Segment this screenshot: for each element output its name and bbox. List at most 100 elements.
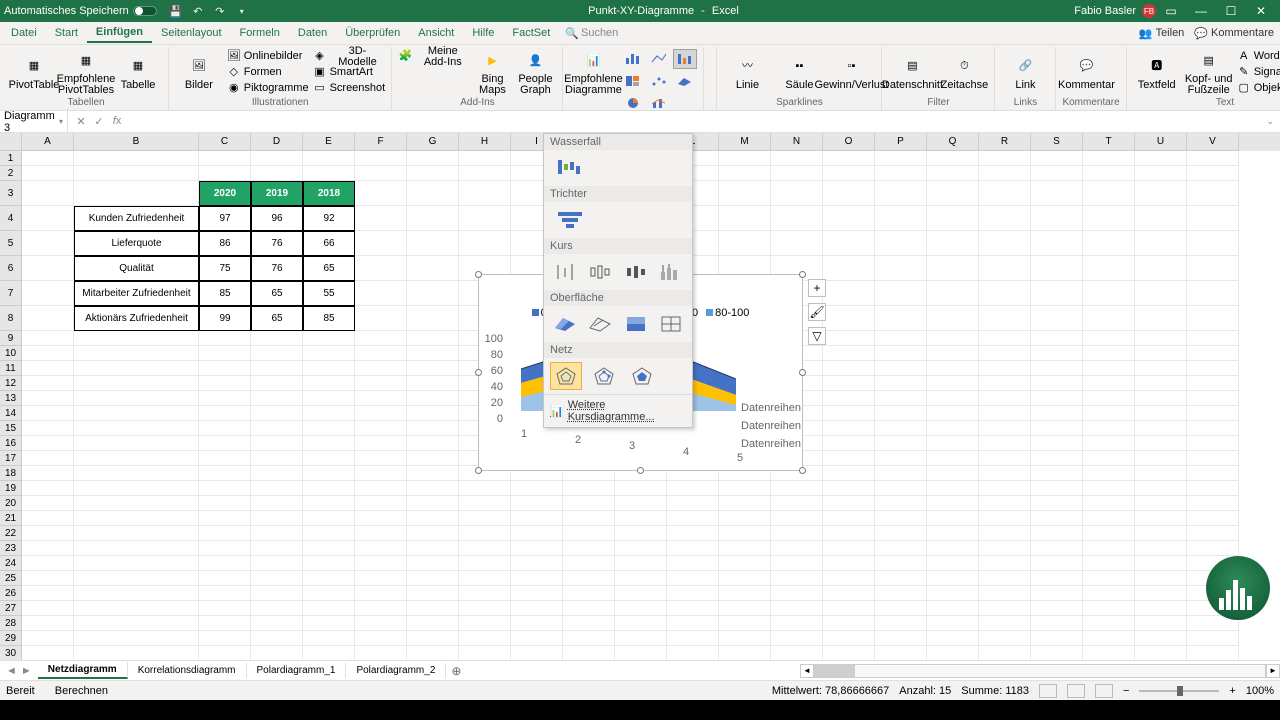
cell-G30[interactable]	[407, 646, 459, 660]
cell-V8[interactable]	[1187, 306, 1239, 331]
cell-G20[interactable]	[407, 496, 459, 511]
cell-J30[interactable]	[563, 646, 615, 660]
cell-I26[interactable]	[511, 586, 563, 601]
cell-M19[interactable]	[719, 481, 771, 496]
autosave-toggle[interactable]	[133, 6, 157, 16]
cell-U1[interactable]	[1135, 151, 1187, 166]
cell-A12[interactable]	[22, 376, 74, 391]
cell-M30[interactable]	[719, 646, 771, 660]
cell-A5[interactable]	[22, 231, 74, 256]
cell-A13[interactable]	[22, 391, 74, 406]
cell-J22[interactable]	[563, 526, 615, 541]
cell-A10[interactable]	[22, 346, 74, 361]
cell-T26[interactable]	[1083, 586, 1135, 601]
row-hdr-6[interactable]: 6	[0, 256, 22, 281]
cell-E17[interactable]	[303, 451, 355, 466]
cell-D8[interactable]: 65	[251, 306, 303, 331]
cell-N21[interactable]	[771, 511, 823, 526]
cell-G6[interactable]	[407, 256, 459, 281]
cell-E20[interactable]	[303, 496, 355, 511]
cell-E24[interactable]	[303, 556, 355, 571]
cell-U3[interactable]	[1135, 181, 1187, 206]
cell-Q2[interactable]	[927, 166, 979, 181]
cell-R12[interactable]	[979, 376, 1031, 391]
cell-O12[interactable]	[823, 376, 875, 391]
cell-R8[interactable]	[979, 306, 1031, 331]
cell-D5[interactable]: 76	[251, 231, 303, 256]
cell-A14[interactable]	[22, 406, 74, 421]
cell-B6[interactable]: Qualität	[74, 256, 199, 281]
cell-K25[interactable]	[615, 571, 667, 586]
cell-D18[interactable]	[251, 466, 303, 481]
tab-formeln[interactable]: Formeln	[231, 24, 289, 42]
row-hdr-27[interactable]: 27	[0, 601, 22, 616]
cell-O16[interactable]	[823, 436, 875, 451]
cell-O24[interactable]	[823, 556, 875, 571]
search-field[interactable]: Suchen	[581, 27, 618, 39]
cell-O28[interactable]	[823, 616, 875, 631]
cell-L27[interactable]	[667, 601, 719, 616]
cell-I19[interactable]	[511, 481, 563, 496]
cell-Q4[interactable]	[927, 206, 979, 231]
cell-T19[interactable]	[1083, 481, 1135, 496]
cell-B18[interactable]	[74, 466, 199, 481]
cell-P25[interactable]	[875, 571, 927, 586]
screenshot-button[interactable]: ▭Screenshot	[313, 81, 386, 96]
cell-Q18[interactable]	[927, 466, 979, 481]
cell-D3[interactable]: 2019	[251, 181, 303, 206]
cell-T7[interactable]	[1083, 281, 1135, 306]
cell-V2[interactable]	[1187, 166, 1239, 181]
cell-M23[interactable]	[719, 541, 771, 556]
cell-E27[interactable]	[303, 601, 355, 616]
cell-B7[interactable]: Mitarbeiter Zufriedenheit	[74, 281, 199, 306]
chart-combo-button[interactable]	[647, 93, 671, 113]
cell-R22[interactable]	[979, 526, 1031, 541]
fx-accept-icon[interactable]: ✓	[92, 115, 106, 128]
cell-L30[interactable]	[667, 646, 719, 660]
cell-P11[interactable]	[875, 361, 927, 376]
cell-S29[interactable]	[1031, 631, 1083, 646]
cell-O14[interactable]	[823, 406, 875, 421]
cell-D29[interactable]	[251, 631, 303, 646]
cell-R24[interactable]	[979, 556, 1031, 571]
cell-O4[interactable]	[823, 206, 875, 231]
cell-O25[interactable]	[823, 571, 875, 586]
cell-R13[interactable]	[979, 391, 1031, 406]
cell-N20[interactable]	[771, 496, 823, 511]
cell-H19[interactable]	[459, 481, 511, 496]
row-hdr-18[interactable]: 18	[0, 466, 22, 481]
share-button[interactable]: 👥Teilen	[1139, 27, 1184, 40]
cell-I25[interactable]	[511, 571, 563, 586]
cell-U18[interactable]	[1135, 466, 1187, 481]
cell-T4[interactable]	[1083, 206, 1135, 231]
cell-O7[interactable]	[823, 281, 875, 306]
cell-N26[interactable]	[771, 586, 823, 601]
cell-S15[interactable]	[1031, 421, 1083, 436]
cell-T18[interactable]	[1083, 466, 1135, 481]
cell-S11[interactable]	[1031, 361, 1083, 376]
tab-hilfe[interactable]: Hilfe	[463, 24, 503, 42]
cell-R2[interactable]	[979, 166, 1031, 181]
cell-P7[interactable]	[875, 281, 927, 306]
cell-Q24[interactable]	[927, 556, 979, 571]
cell-G5[interactable]	[407, 231, 459, 256]
cell-L25[interactable]	[667, 571, 719, 586]
cell-M3[interactable]	[719, 181, 771, 206]
cell-R30[interactable]	[979, 646, 1031, 660]
cell-V30[interactable]	[1187, 646, 1239, 660]
tab-ansicht[interactable]: Ansicht	[409, 24, 463, 42]
cell-P9[interactable]	[875, 331, 927, 346]
cell-G29[interactable]	[407, 631, 459, 646]
cell-T11[interactable]	[1083, 361, 1135, 376]
cell-V9[interactable]	[1187, 331, 1239, 346]
cell-G18[interactable]	[407, 466, 459, 481]
cell-O1[interactable]	[823, 151, 875, 166]
cell-E11[interactable]	[303, 361, 355, 376]
col-hdr-C[interactable]: C	[199, 133, 251, 151]
cell-V19[interactable]	[1187, 481, 1239, 496]
cell-B20[interactable]	[74, 496, 199, 511]
col-hdr-A[interactable]: A	[22, 133, 74, 151]
cell-D4[interactable]: 96	[251, 206, 303, 231]
row-hdr-9[interactable]: 9	[0, 331, 22, 346]
cell-U20[interactable]	[1135, 496, 1187, 511]
